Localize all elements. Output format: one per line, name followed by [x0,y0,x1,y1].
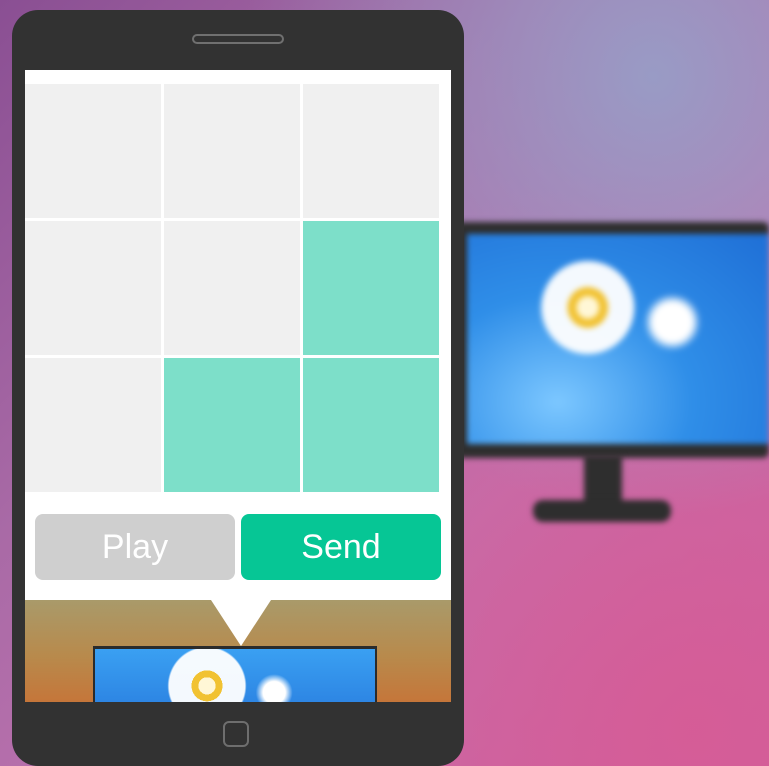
tile-grid [25,70,451,504]
phone-device: Play Send [12,10,464,766]
background-monitor [455,222,769,458]
grid-cell-2-1[interactable] [164,358,300,492]
home-button-icon[interactable] [223,721,249,747]
grid-cell-1-0[interactable] [25,221,161,355]
preview-pointer [211,600,271,646]
grid-cell-0-1[interactable] [164,84,300,218]
grid-cell-0-0[interactable] [25,84,161,218]
preview-wallpaper [95,649,375,702]
grid-cell-1-1[interactable] [164,221,300,355]
play-button[interactable]: Play [35,514,235,580]
grid-cell-2-0[interactable] [25,358,161,492]
cast-preview [25,600,451,702]
send-button[interactable]: Send [241,514,441,580]
grid-cell-0-2[interactable] [303,84,439,218]
grid-cell-2-2[interactable] [303,358,439,492]
monitor-stand-base [533,500,671,522]
phone-screen: Play Send [25,70,451,702]
action-bar: Play Send [35,514,441,580]
monitor-wallpaper [467,234,769,444]
preview-monitor [93,646,377,702]
grid-cell-1-2[interactable] [303,221,439,355]
speaker-grille-icon [192,34,284,44]
